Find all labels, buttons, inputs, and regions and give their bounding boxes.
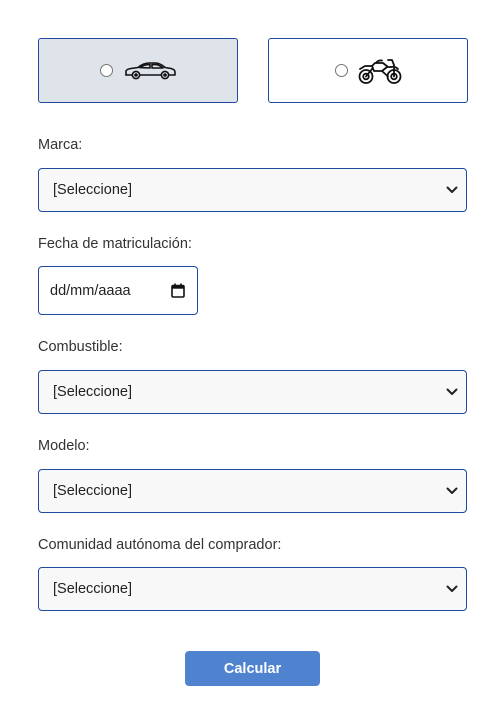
marca-label: Marca: bbox=[38, 137, 83, 153]
marca-select[interactable]: [Seleccione] bbox=[38, 168, 467, 212]
chevron-down-icon bbox=[446, 186, 458, 194]
calculate-button[interactable]: Calcular bbox=[185, 651, 320, 686]
combustible-select-value: [Seleccione] bbox=[53, 384, 132, 400]
combustible-select[interactable]: [Seleccione] bbox=[38, 370, 467, 414]
vehicle-tax-form: Marca: [Seleccione] Fecha de matriculaci… bbox=[0, 0, 503, 722]
chevron-down-icon bbox=[446, 388, 458, 396]
comunidad-select-value: [Seleccione] bbox=[53, 581, 132, 597]
chevron-down-icon bbox=[446, 585, 458, 593]
motorcycle-radio[interactable] bbox=[334, 64, 348, 77]
vehicle-option-motorcycle[interactable] bbox=[268, 38, 468, 103]
fecha-label: Fecha de matriculación: bbox=[38, 236, 192, 252]
marca-select-value: [Seleccione] bbox=[53, 182, 132, 198]
car-radio[interactable] bbox=[99, 64, 113, 77]
motorcycle-icon bbox=[358, 57, 402, 85]
modelo-select-value: [Seleccione] bbox=[53, 483, 132, 499]
calendar-icon[interactable] bbox=[171, 283, 185, 298]
modelo-select[interactable]: [Seleccione] bbox=[38, 469, 467, 513]
modelo-label: Modelo: bbox=[38, 438, 90, 454]
comunidad-label: Comunidad autónoma del comprador: bbox=[38, 537, 282, 553]
car-icon bbox=[123, 60, 177, 82]
fecha-date-input[interactable]: dd/mm/aaaa bbox=[38, 266, 198, 315]
vehicle-option-car[interactable] bbox=[38, 38, 238, 103]
chevron-down-icon bbox=[446, 487, 458, 495]
fecha-placeholder: dd/mm/aaaa bbox=[50, 282, 131, 299]
comunidad-select[interactable]: [Seleccione] bbox=[38, 567, 467, 611]
combustible-label: Combustible: bbox=[38, 339, 123, 355]
